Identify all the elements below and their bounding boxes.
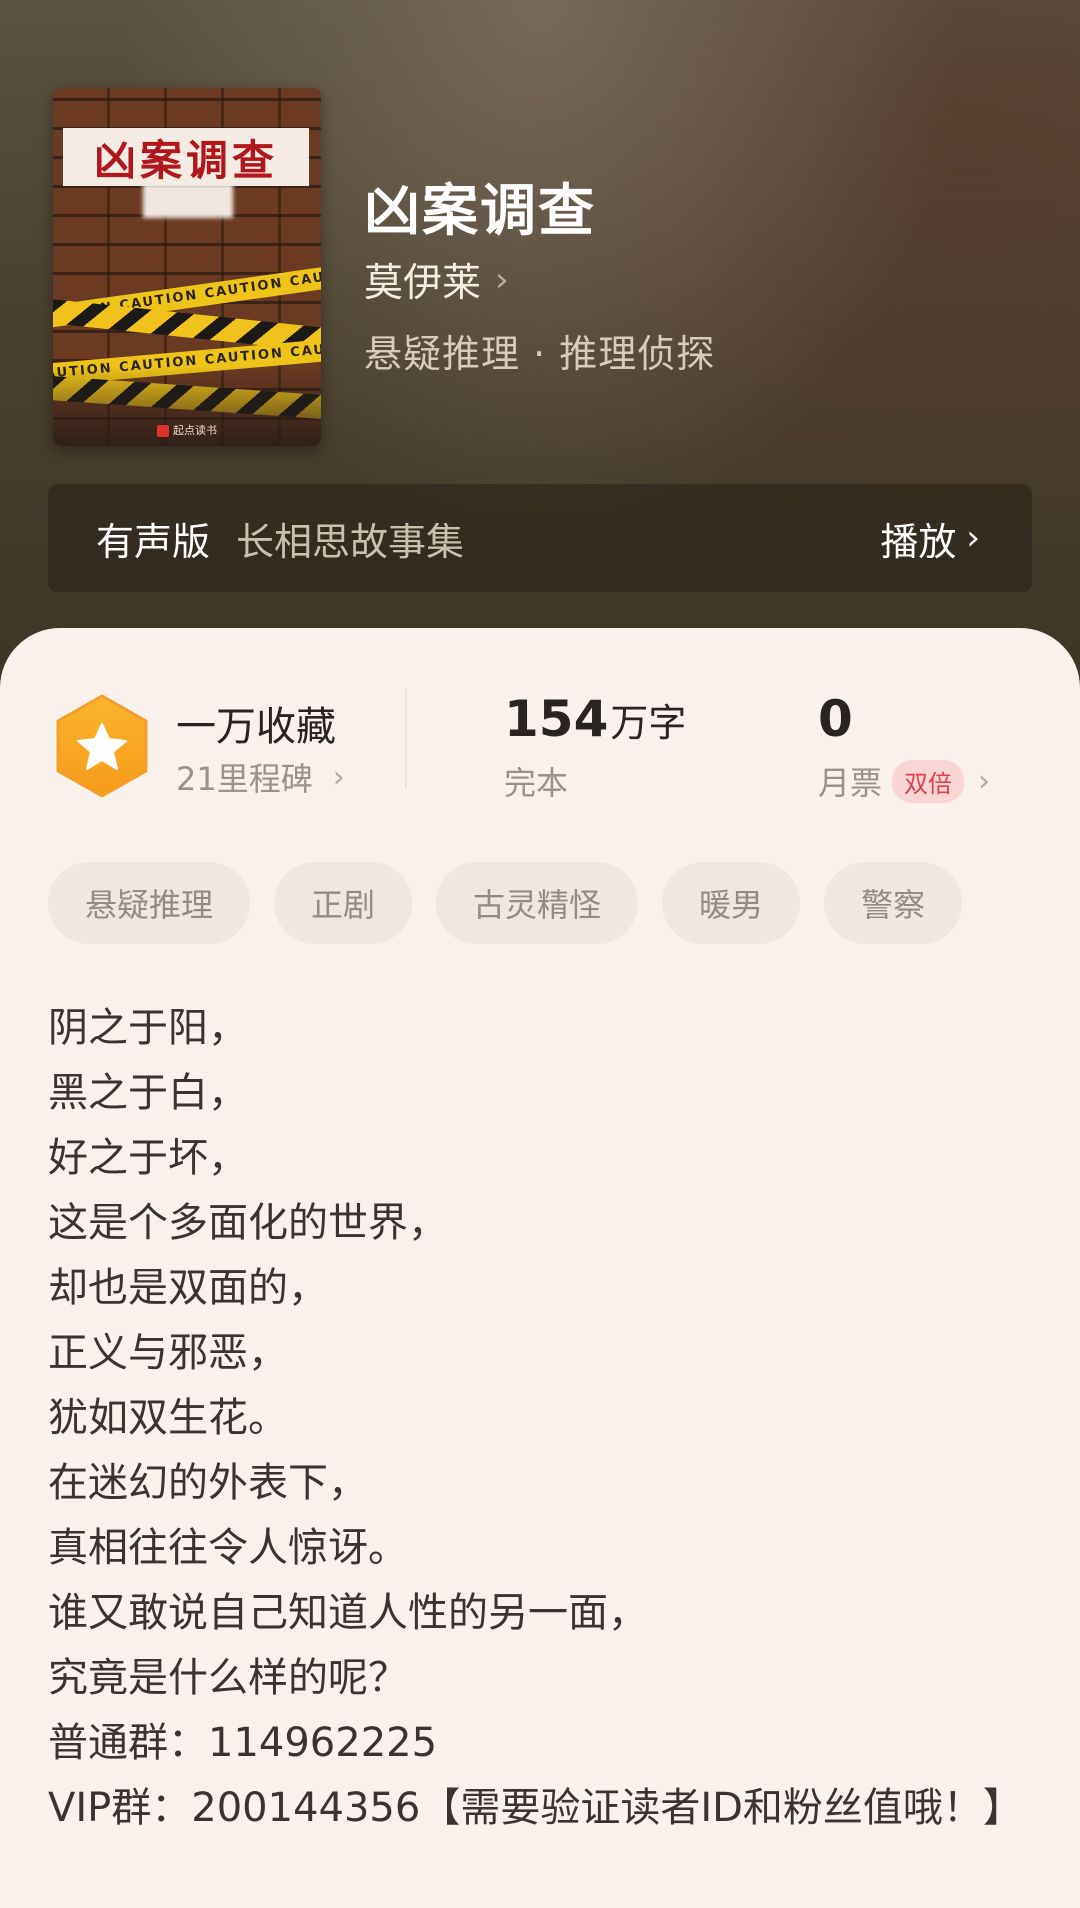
chevron-right-icon: › [978, 763, 991, 799]
play-label: 播放 [880, 519, 957, 564]
cover-publisher: 起点读书 [53, 422, 321, 438]
milestone-label: 21里程碑 [176, 760, 313, 798]
star-badge-icon [54, 694, 150, 798]
cover-title: 凶案调查 [63, 128, 309, 186]
word-count-number: 154 [504, 690, 609, 748]
synopsis-line: 在迷幻的外表下， [48, 1460, 368, 1506]
milestone-link[interactable]: 21里程碑 › [176, 754, 345, 800]
tag-chip[interactable]: 警察 [824, 862, 963, 944]
synopsis-line: 真相往往令人惊讶。 [48, 1525, 408, 1571]
synopsis-line: 阴之于阳， [48, 1005, 248, 1051]
monthly-ticket-count: 0 [818, 690, 853, 748]
publisher-name: 起点读书 [173, 424, 217, 437]
chevron-right-icon: › [966, 518, 980, 558]
chevron-right-icon: › [495, 260, 509, 300]
completion-status: 完本 [504, 764, 569, 802]
book-category: 悬疑推理 · 推理侦探 [364, 332, 716, 376]
book-cover[interactable]: 凶案调查 CAUTION CAUTION CAUTION CAUTION CAU… [53, 88, 321, 446]
stats-divider [405, 688, 407, 788]
tag-chip[interactable]: 正剧 [274, 862, 413, 944]
audio-label: 有声版 [96, 519, 211, 564]
synopsis-line: 谁又敢说自己知道人性的另一面， [48, 1590, 648, 1636]
synopsis-line: 正义与邪恶， [48, 1330, 288, 1376]
audio-version-bar[interactable]: 有声版 长相思故事集 播放 › [48, 484, 1032, 592]
chevron-right-icon: › [332, 759, 345, 795]
monthly-ticket-link[interactable]: 月票 双倍 › [818, 758, 990, 804]
synopsis-line: 究竟是什么样的呢？ [48, 1655, 408, 1701]
tag-list: 悬疑推理 正剧 古灵精怪 暖男 警察 [48, 862, 963, 944]
cover-plate [143, 184, 233, 218]
synopsis-line: 这是个多面化的世界， [48, 1200, 448, 1246]
synopsis-line: 却也是双面的， [48, 1265, 328, 1311]
author-link[interactable]: 莫伊莱 › [364, 252, 509, 308]
word-count-unit: 万字 [610, 701, 687, 745]
synopsis-line: 黑之于白， [48, 1070, 248, 1116]
synopsis-line: 犹如双生花。 [48, 1395, 288, 1441]
author-name: 莫伊莱 [364, 261, 482, 306]
monthly-ticket-label: 月票 [818, 764, 883, 802]
word-count: 154 万字 [504, 690, 686, 748]
book-header: 凶案调查 CAUTION CAUTION CAUTION CAUTION CAU… [0, 0, 1080, 700]
book-title: 凶案调查 [364, 178, 596, 244]
synopsis-line: 好之于坏， [48, 1135, 248, 1181]
synopsis-line: 普通群：114962225 [48, 1720, 438, 1766]
tag-chip[interactable]: 暖男 [662, 862, 801, 944]
play-button[interactable]: 播放 › [880, 511, 980, 566]
synopsis-line: VIP群：200144356【需要验证读者ID和粉丝值哦！】 [48, 1785, 1023, 1831]
detail-card: 一万收藏 21里程碑 › 154 万字 完本 0 月票 双倍 › 悬疑推理 正剧… [0, 628, 1080, 1908]
collect-count: 一万收藏 [176, 704, 336, 750]
publisher-logo-icon [157, 425, 169, 437]
double-badge: 双倍 [892, 759, 965, 803]
tag-chip[interactable]: 悬疑推理 [48, 862, 251, 944]
book-synopsis[interactable]: 阴之于阳， 黑之于白， 好之于坏， 这是个多面化的世界， 却也是双面的， 正义与… [48, 996, 1038, 1841]
tag-chip[interactable]: 古灵精怪 [436, 862, 639, 944]
audio-name: 长相思故事集 [236, 519, 465, 564]
